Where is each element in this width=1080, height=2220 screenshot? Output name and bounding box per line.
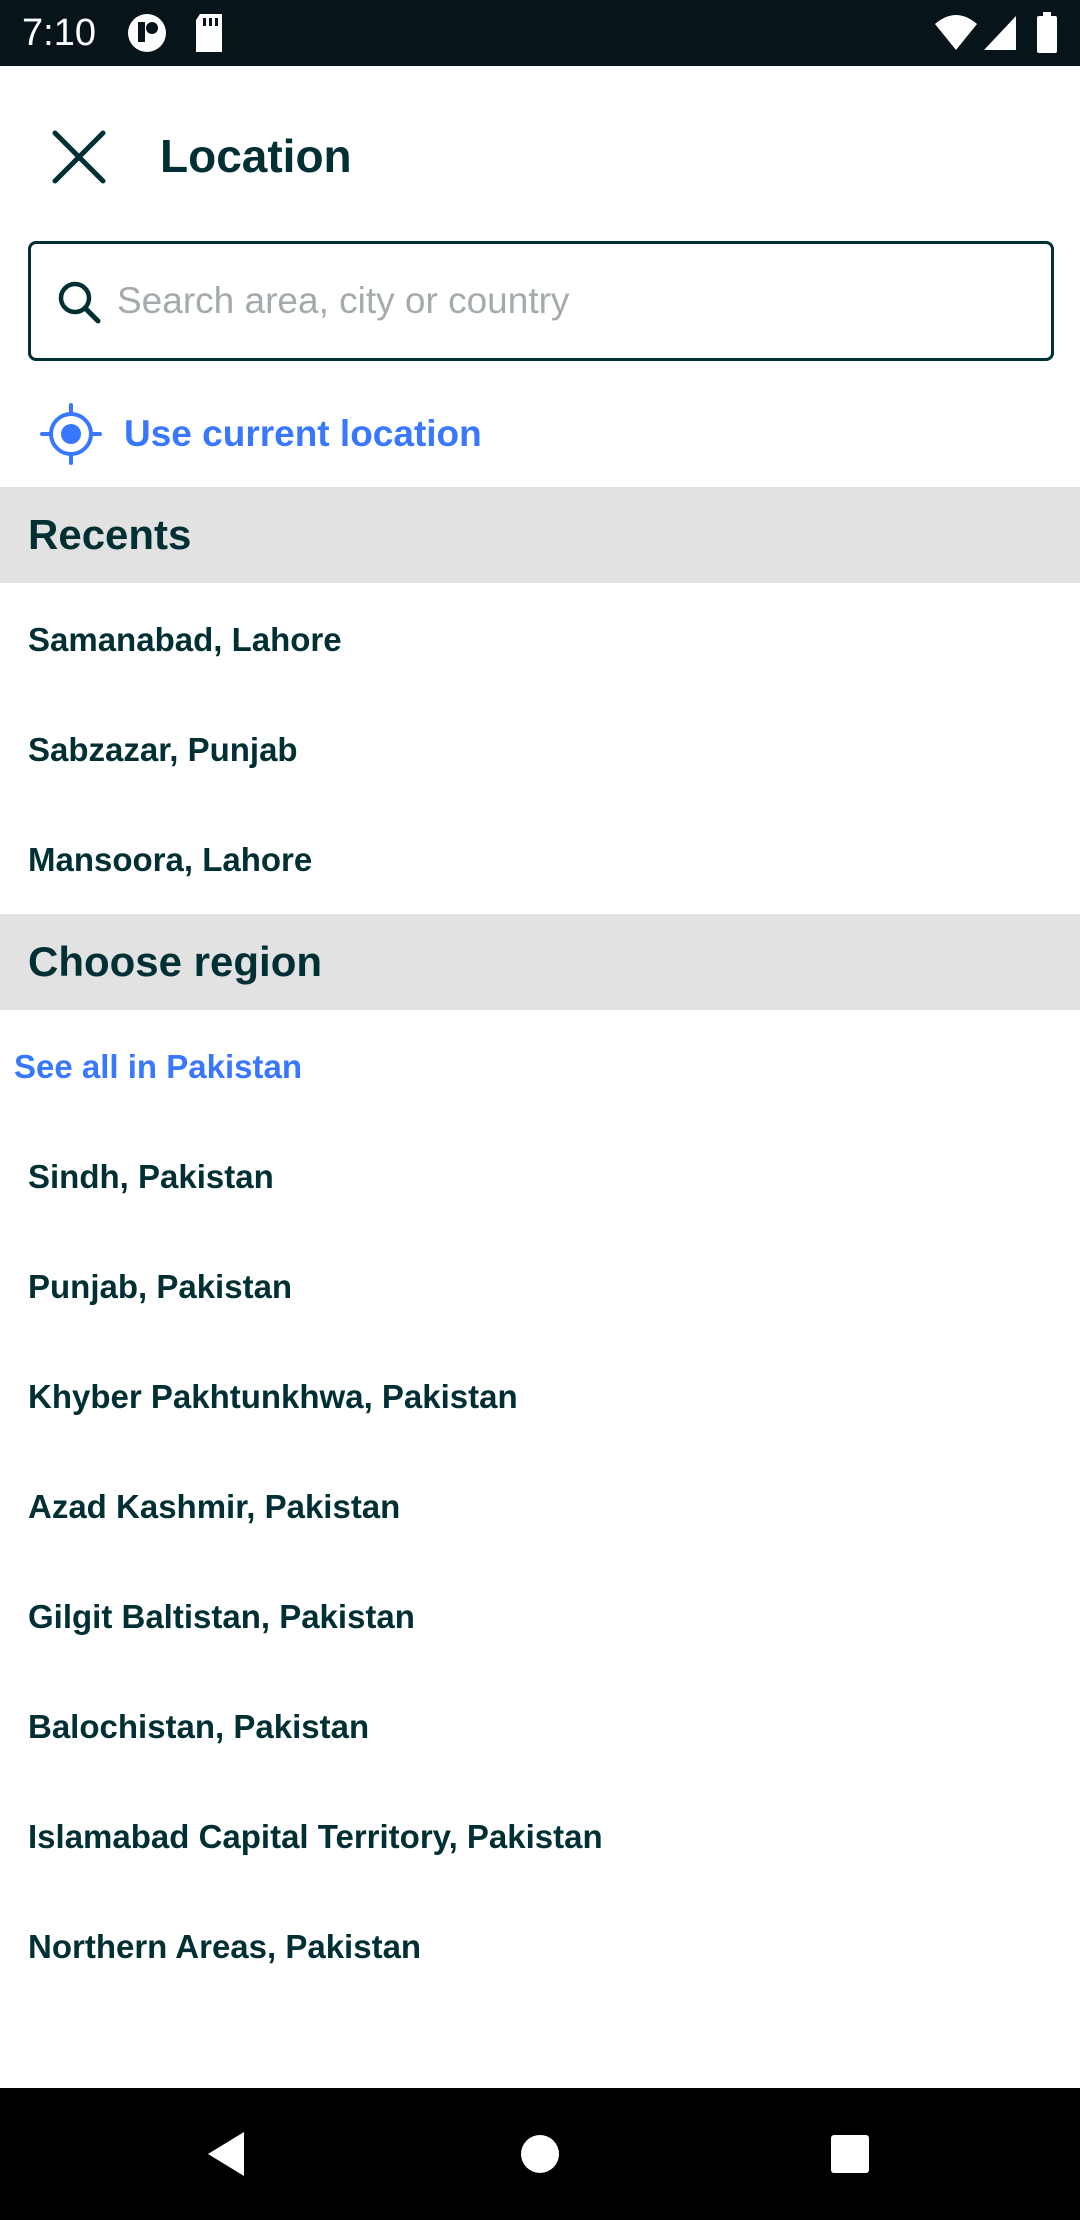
- recents-apps-button[interactable]: [770, 2088, 930, 2220]
- recent-item[interactable]: Samanabad, Lahore: [0, 585, 1080, 695]
- recents-title: Recents: [28, 511, 192, 558]
- gps-target-icon: [40, 403, 102, 465]
- back-button[interactable]: [146, 2088, 306, 2220]
- region-item[interactable]: Azad Kashmir, Pakistan: [0, 1452, 1080, 1562]
- close-icon: [52, 130, 106, 184]
- status-bar: 7:10: [0, 0, 1080, 66]
- region-item-label: Khyber Pakhtunkhwa, Pakistan: [28, 1378, 518, 1415]
- sd-card-icon: [192, 12, 226, 59]
- region-item-label: Azad Kashmir, Pakistan: [28, 1488, 401, 1525]
- region-item[interactable]: Balochistan, Pakistan: [0, 1672, 1080, 1782]
- search-input[interactable]: [115, 258, 1015, 344]
- region-item[interactable]: Gilgit Baltistan, Pakistan: [0, 1562, 1080, 1672]
- search-box[interactable]: [28, 241, 1054, 361]
- recent-item[interactable]: Mansoora, Lahore: [0, 805, 1080, 915]
- region-item-label: Sindh, Pakistan: [28, 1158, 274, 1195]
- back-triangle-icon: [208, 2132, 244, 2176]
- region-item-label: Balochistan, Pakistan: [28, 1708, 370, 1745]
- recent-item-label: Sabzazar, Punjab: [28, 731, 298, 768]
- page-title: Location: [160, 130, 352, 182]
- region-item[interactable]: Northern Areas, Pakistan: [0, 1892, 1080, 2002]
- cellular-signal-icon: [982, 12, 1018, 57]
- home-circle-icon: [521, 2135, 559, 2173]
- app-bar: Location: [0, 66, 1080, 226]
- region-item-label: Northern Areas, Pakistan: [28, 1928, 422, 1965]
- overview-square-icon: [831, 2135, 869, 2173]
- region-item[interactable]: Islamabad Capital Territory, Pakistan: [0, 1782, 1080, 1892]
- recent-item[interactable]: Sabzazar, Punjab: [0, 695, 1080, 805]
- region-item-label: Punjab, Pakistan: [28, 1268, 293, 1305]
- close-button[interactable]: [36, 114, 122, 200]
- wifi-icon: [934, 12, 978, 57]
- notification-app-icon: [126, 12, 168, 59]
- search-icon: [57, 280, 101, 329]
- region-item[interactable]: Khyber Pakhtunkhwa, Pakistan: [0, 1342, 1080, 1452]
- battery-icon: [1036, 12, 1058, 59]
- use-current-location-label: Use current location: [124, 413, 482, 454]
- see-all-in-pakistan-link[interactable]: See all in Pakistan: [14, 1012, 302, 1122]
- region-item-label: Gilgit Baltistan, Pakistan: [28, 1598, 415, 1635]
- choose-region-title: Choose region: [28, 938, 323, 985]
- choose-region-section-header: Choose region: [0, 914, 1080, 1010]
- home-button[interactable]: [460, 2088, 620, 2220]
- region-item[interactable]: Punjab, Pakistan: [0, 1232, 1080, 1342]
- status-time: 7:10: [22, 12, 96, 54]
- region-item[interactable]: Sindh, Pakistan: [0, 1122, 1080, 1232]
- use-current-location-button[interactable]: Use current location: [40, 396, 640, 472]
- recents-section-header: Recents: [0, 487, 1080, 583]
- recent-item-label: Samanabad, Lahore: [28, 621, 342, 658]
- region-item-label: Islamabad Capital Territory, Pakistan: [28, 1818, 603, 1855]
- recent-item-label: Mansoora, Lahore: [28, 841, 313, 878]
- system-navigation-bar: [0, 2088, 1080, 2220]
